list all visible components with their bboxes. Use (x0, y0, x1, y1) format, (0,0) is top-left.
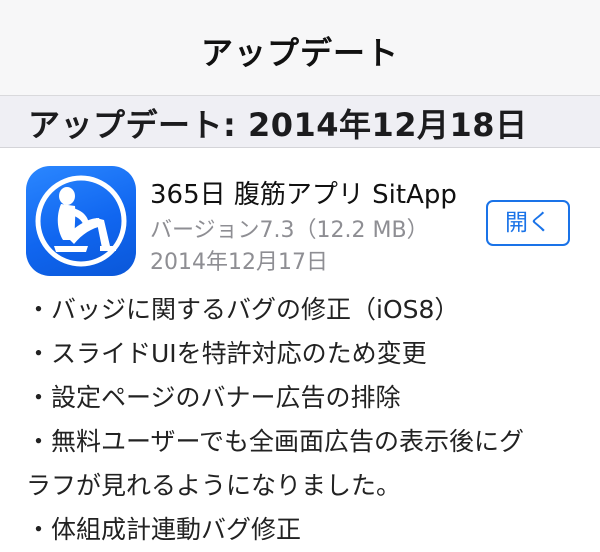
section-header: アップデート: 2014年12月18日 (0, 96, 600, 148)
update-date-heading: アップデート: 2014年12月18日 (28, 106, 528, 144)
release-note: ・設定ページのバナー広告の排除 (26, 383, 401, 412)
open-button[interactable]: 開く (486, 200, 570, 246)
app-release-date: 2014年12月17日 (150, 250, 328, 275)
app-version: バージョン7.3（12.2 MB） (150, 218, 429, 243)
app-update-row[interactable]: 365日 腹筋アプリ SitApp バージョン7.3（12.2 MB） 2014… (0, 148, 600, 550)
app-icon[interactable] (26, 166, 136, 276)
navigation-bar: アップデート (0, 0, 600, 96)
app-name: 365日 腹筋アプリ SitApp (150, 180, 457, 210)
release-note: ・無料ユーザーでも全画面広告の表示後にグ (26, 427, 525, 456)
release-note: ・スライドUIを特許対応のため変更 (26, 339, 427, 368)
release-note: ・バッジに関するバグの修正（iOS8） (26, 295, 460, 324)
situp-figure-icon (35, 175, 127, 267)
status-bar-fragment (460, 0, 600, 8)
release-note: ・体組成計連動バグ修正 (26, 515, 302, 544)
release-note-continuation: ラフが見れるようになりました。 (26, 471, 402, 500)
page-title: アップデート (200, 34, 399, 72)
release-notes: ・バッジに関するバグの修正（iOS8） ・スライドUIを特許対応のため変更 ・設… (26, 288, 586, 552)
